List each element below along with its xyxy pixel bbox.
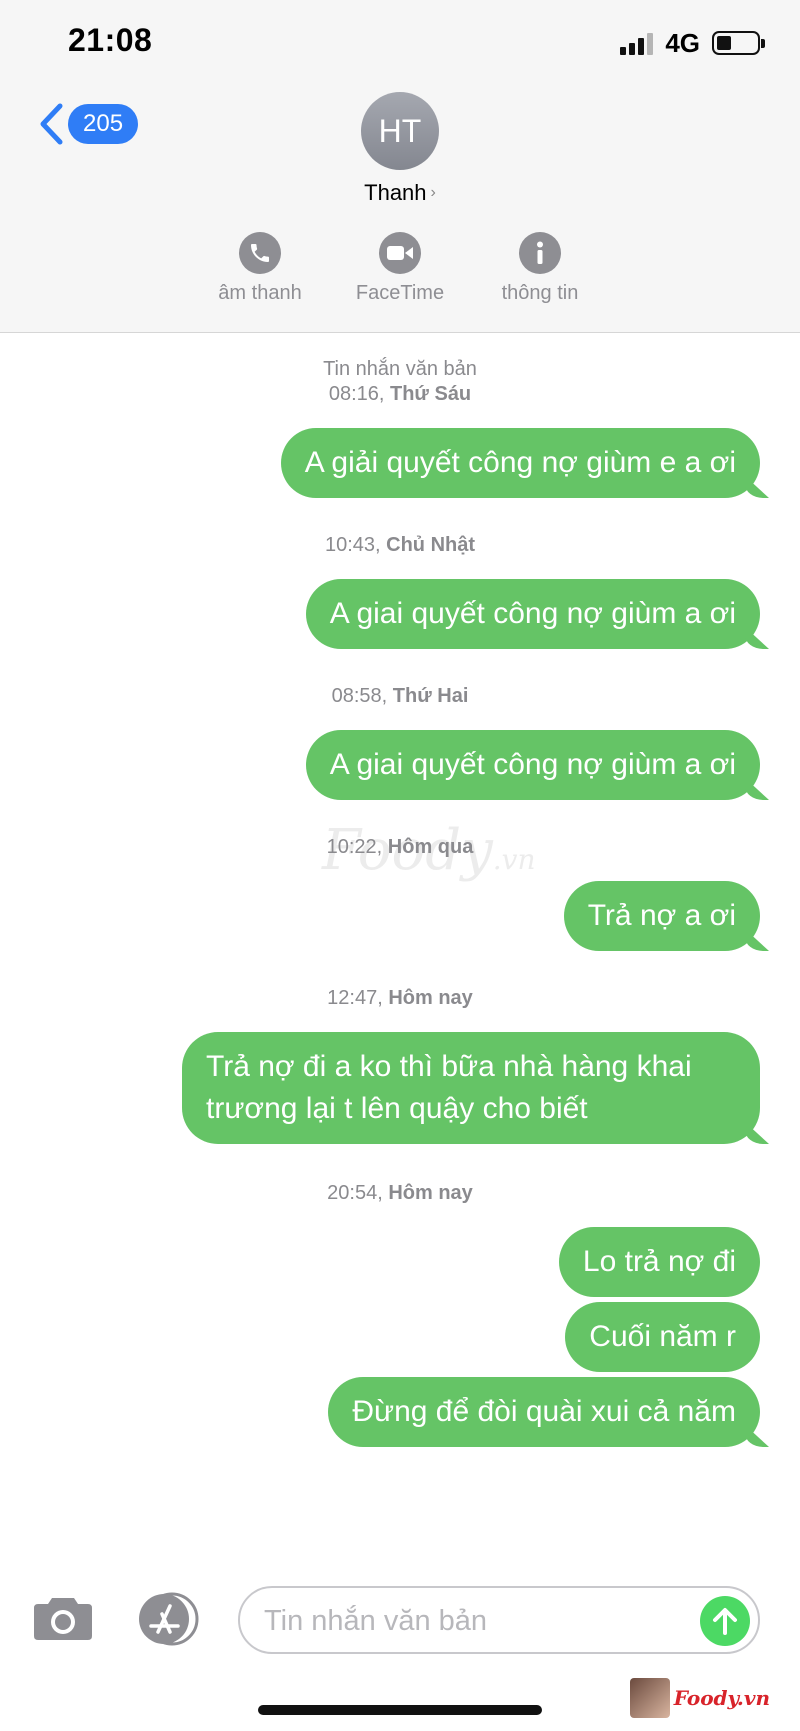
avatar[interactable]: HT — [361, 92, 439, 170]
info-label: thông tin — [501, 282, 579, 304]
message-bubble[interactable]: Lo trả nợ đi — [558, 1227, 760, 1297]
message-bubble[interactable]: Trả nợ đi a ko thì bữa nhà hàng khai trư… — [182, 1032, 760, 1144]
message-bubble[interactable]: A giai quyết công nợ giùm a ơi — [305, 730, 760, 800]
status-indicators: 4G — [620, 27, 765, 58]
message-input-placeholder: Tin nhắn văn bản — [264, 1605, 488, 1637]
timestamp: 20:54, Hôm nay — [327, 1182, 473, 1204]
camera-button[interactable] — [32, 1594, 94, 1647]
message-composer: Tin nhắn văn bản — [0, 1580, 800, 1660]
corner-watermark: Foody.vn — [629, 1678, 770, 1718]
audio-call-button[interactable]: âm thanh — [185, 232, 335, 305]
chevron-right-icon: › — [430, 184, 436, 201]
info-icon — [519, 232, 561, 274]
message-input[interactable]: Tin nhắn văn bản — [238, 1586, 760, 1654]
app-store-button[interactable] — [134, 1592, 204, 1651]
camera-icon — [34, 1598, 92, 1640]
conversation-type-label: Tin nhắn văn bản — [323, 358, 477, 380]
signal-icon — [620, 31, 654, 55]
contact-info: HT Thanh › — [0, 92, 800, 206]
message-bubble[interactable]: Đừng để đòi quài xui cả năm — [328, 1377, 760, 1447]
home-indicator — [258, 1705, 542, 1715]
app-store-icon — [139, 1592, 199, 1646]
audio-call-label: âm thanh — [218, 282, 302, 304]
video-icon — [379, 232, 421, 274]
facetime-button[interactable]: FaceTime — [325, 232, 475, 305]
profile-thumbnail — [629, 1678, 670, 1718]
message-bubble[interactable]: Trả nợ a ơi — [563, 881, 760, 951]
message-bubble[interactable]: A giải quyết công nợ giùm e a ơi — [280, 428, 760, 498]
battery-icon — [712, 31, 765, 55]
facetime-label: FaceTime — [355, 282, 445, 304]
network-type: 4G — [665, 27, 700, 58]
conversation-header: 21:08 4G 205 HT Thanh › âm thanh FaceTim… — [0, 0, 800, 333]
message-bubble[interactable]: Cuối năm r — [565, 1302, 760, 1372]
timestamp: 08:58, Thứ Hai — [331, 685, 469, 707]
timestamp: 10:22, Hôm qua — [326, 836, 474, 858]
phone-icon — [239, 232, 281, 274]
timestamp: 08:16, Thứ Sáu — [328, 383, 472, 405]
status-time: 21:08 — [68, 22, 153, 58]
info-button[interactable]: thông tin — [465, 232, 615, 305]
contact-actions: âm thanh FaceTime thông tin — [0, 232, 800, 312]
send-button[interactable] — [700, 1596, 750, 1646]
message-bubble[interactable]: A giai quyết công nợ giùm a ơi — [305, 579, 760, 649]
arrow-up-icon — [713, 1608, 737, 1635]
contact-name-button[interactable]: Thanh › — [364, 180, 436, 206]
contact-name: Thanh — [364, 180, 427, 205]
timestamp: 10:43, Chủ Nhật — [324, 534, 476, 556]
timestamp: 12:47, Hôm nay — [327, 987, 473, 1009]
brand-logo: Foody.vn — [673, 1686, 770, 1710]
